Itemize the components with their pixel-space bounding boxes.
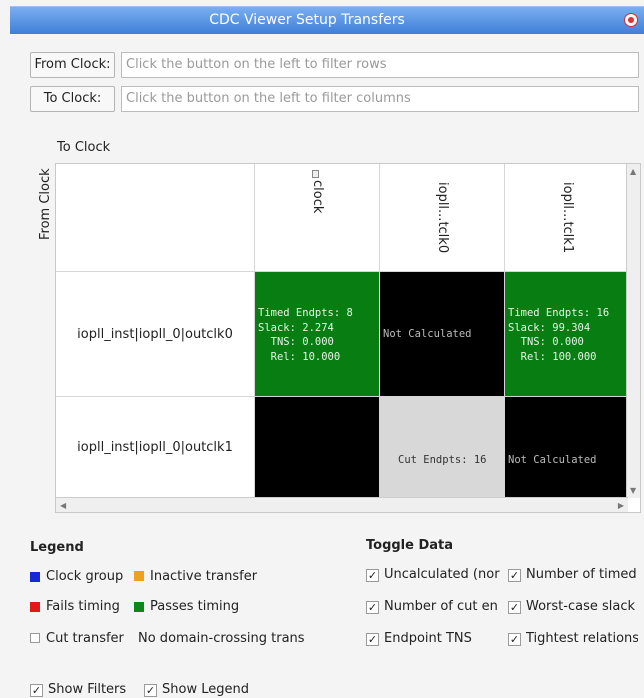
title-bar: CDC Viewer Setup Transfers: [10, 6, 644, 34]
cdc-matrix: clock iopll...tclk0 iopll...tclk1 iopll_…: [55, 163, 641, 513]
toggle-endpoint-tns-label: Endpoint TNS: [384, 631, 472, 646]
horizontal-scrollbar[interactable]: ◀ ▶: [56, 497, 628, 512]
matrix-cell-outclk0-tclk0[interactable]: Not Calculated: [380, 272, 505, 397]
from-clock-filter-input[interactable]: Click the button on the left to filter r…: [121, 52, 639, 78]
row-header-outclk1[interactable]: iopll_inst|iopll_0|outclk1: [56, 397, 255, 499]
toggle-cut-endpoints-label: Number of cut en: [384, 599, 498, 614]
scroll-down-icon[interactable]: ▼: [630, 486, 636, 495]
clock-group-icon: [312, 170, 319, 178]
to-clock-button[interactable]: To Clock:: [30, 86, 115, 112]
matrix-cell-outclk1-clock[interactable]: [255, 397, 380, 499]
column-header-tclk0[interactable]: iopll...tclk0: [380, 164, 505, 272]
show-legend-checkbox[interactable]: ✓: [144, 684, 157, 697]
cut-transfer-swatch: [30, 633, 40, 643]
window-title: CDC Viewer Setup Transfers: [209, 12, 405, 28]
toggle-worst-slack-label: Worst-case slack: [526, 599, 635, 614]
close-icon[interactable]: [624, 13, 638, 27]
fails-timing-swatch: [30, 602, 40, 612]
legend-passes-timing: Passes timing: [150, 599, 240, 614]
from-clock-button[interactable]: From Clock:: [30, 52, 115, 78]
row-header-outclk0[interactable]: iopll_inst|iopll_0|outclk0: [56, 272, 255, 397]
toggle-tightest-relationship-checkbox[interactable]: ✓: [508, 633, 521, 646]
to-clock-axis-label: To Clock: [57, 140, 111, 155]
matrix-cell-outclk0-clock[interactable]: Timed Endpts: 8 Slack: 2.274 TNS: 0.000 …: [255, 272, 380, 397]
passes-timing-swatch: [134, 602, 144, 612]
row-header-label: iopll_inst|iopll_0|outclk0: [77, 326, 233, 342]
toggle-timed-endpoints-checkbox[interactable]: ✓: [508, 569, 521, 582]
toggle-uncalculated-label: Uncalculated (nor: [384, 567, 500, 582]
scroll-left-icon[interactable]: ◀: [60, 501, 66, 510]
legend-cut-transfer: Cut transfer: [46, 631, 124, 646]
column-header-label: iopll...tclk1: [560, 182, 575, 254]
show-legend-label: Show Legend: [162, 682, 249, 697]
legend-fails-timing: Fails timing: [46, 599, 120, 614]
legend-title: Legend: [30, 540, 84, 555]
column-header-label: iopll...tclk0: [435, 182, 450, 254]
toggle-endpoint-tns-checkbox[interactable]: ✓: [366, 633, 379, 646]
column-header-clock[interactable]: clock: [255, 164, 380, 272]
legend-inactive-transfer: Inactive transfer: [150, 569, 258, 584]
legend-no-domain-crossing: No domain-crossing trans: [138, 631, 305, 646]
show-filters-checkbox[interactable]: ✓: [30, 684, 43, 697]
column-header-label: clock: [310, 180, 325, 214]
matrix-cell-outclk1-tclk0[interactable]: Cut Endpts: 16: [380, 397, 505, 499]
matrix-cell-outclk1-tclk1[interactable]: Not Calculated: [505, 397, 628, 499]
matrix-corner: [56, 164, 255, 272]
toggle-worst-slack-checkbox[interactable]: ✓: [508, 601, 521, 614]
toggle-tightest-relationship-label: Tightest relations: [526, 631, 638, 646]
column-header-tclk1[interactable]: iopll...tclk1: [505, 164, 628, 272]
to-clock-filter-input[interactable]: Click the button on the left to filter c…: [121, 86, 639, 112]
clock-group-swatch: [30, 572, 40, 582]
cdc-viewer-window: CDC Viewer Setup Transfers From Clock: C…: [0, 0, 644, 698]
toggle-uncalculated-checkbox[interactable]: ✓: [366, 569, 379, 582]
inactive-transfer-swatch: [134, 571, 144, 581]
row-header-label: iopll_inst|iopll_0|outclk1: [77, 440, 233, 455]
legend-clock-group: Clock group: [46, 569, 124, 584]
toggle-timed-endpoints-label: Number of timed e: [526, 567, 638, 582]
show-filters-label: Show Filters: [48, 682, 127, 697]
from-clock-axis-label: From Clock: [38, 168, 53, 240]
vertical-scrollbar[interactable]: ▲ ▼: [626, 164, 640, 498]
scroll-up-icon[interactable]: ▲: [630, 167, 636, 176]
toggle-cut-endpoints-checkbox[interactable]: ✓: [366, 601, 379, 614]
matrix-cell-outclk0-tclk1[interactable]: Timed Endpts: 16 Slack: 99.304 TNS: 0.00…: [505, 272, 628, 397]
toggle-data-title: Toggle Data: [366, 538, 454, 553]
scroll-right-icon[interactable]: ▶: [618, 501, 624, 510]
